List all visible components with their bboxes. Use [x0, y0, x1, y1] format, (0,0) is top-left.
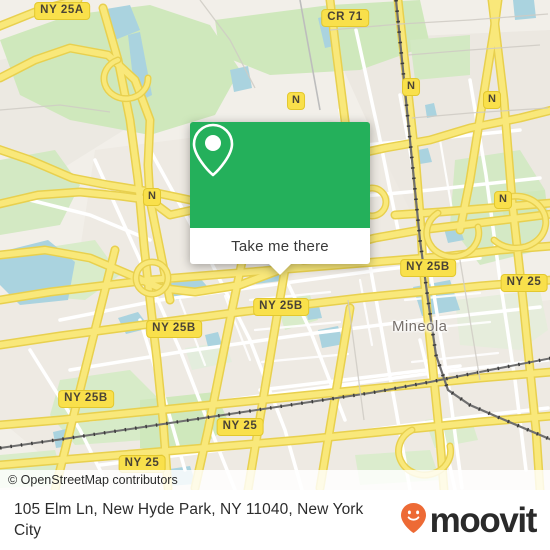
- moovit-smiley-pin-icon: [400, 502, 427, 539]
- road-shield[interactable]: N: [483, 91, 501, 109]
- map-canvas[interactable]: Mineola NY 25A CR 71 N N N N N NY 25B NY…: [0, 0, 550, 490]
- road-shield[interactable]: N: [494, 191, 512, 209]
- destination-popup-card[interactable]: Take me there: [190, 122, 370, 275]
- road-shield[interactable]: NY 25B: [400, 259, 456, 277]
- map-attribution[interactable]: © OpenStreetMap contributors: [0, 470, 550, 490]
- address-text: 105 Elm Ln, New Hyde Park, NY 11040, New…: [14, 501, 364, 539]
- moovit-logo[interactable]: moovit: [400, 500, 538, 540]
- moovit-map-screenshot: Mineola NY 25A CR 71 N N N N N NY 25B NY…: [0, 0, 550, 550]
- road-shield[interactable]: N: [402, 78, 420, 96]
- popup-header: [190, 122, 370, 228]
- popup-footer[interactable]: Take me there: [190, 228, 370, 275]
- road-shield[interactable]: NY 25B: [58, 390, 114, 408]
- road-shield[interactable]: N: [143, 188, 161, 206]
- road-shield[interactable]: NY 25A: [34, 2, 90, 20]
- road-shield[interactable]: N: [287, 92, 305, 110]
- road-shield[interactable]: CR 71: [321, 9, 369, 27]
- take-me-there-button[interactable]: Take me there: [231, 238, 329, 255]
- moovit-wordmark: moovit: [429, 500, 538, 540]
- road-shield[interactable]: NY 25B: [146, 320, 202, 338]
- popup-pointer: [269, 264, 291, 275]
- road-shield[interactable]: NY 25: [500, 274, 548, 292]
- road-shield[interactable]: NY 25: [216, 418, 264, 436]
- road-shield[interactable]: NY 25B: [253, 298, 309, 316]
- footer-bar: 105 Elm Ln, New Hyde Park, NY 11040, New…: [0, 490, 550, 550]
